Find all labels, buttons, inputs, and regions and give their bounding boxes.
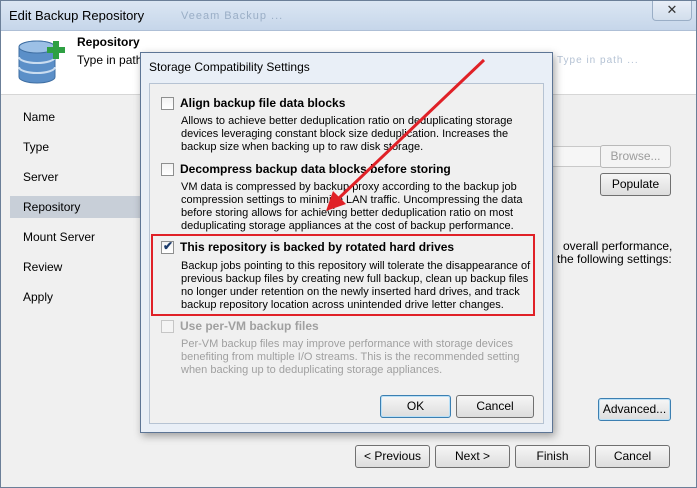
database-add-icon	[18, 40, 65, 84]
description-line: VM data is compressed by backup proxy ac…	[181, 181, 517, 193]
cancel-button[interactable]: Cancel	[595, 445, 670, 468]
description-line: previous backup files by creating new fu…	[181, 273, 529, 285]
description-line: backup repository location across uninte…	[181, 299, 504, 311]
align-blocks-description: Allows to achieve better deduplication r…	[181, 115, 531, 154]
description-line: benefiting from multiple I/O streams. Th…	[181, 351, 520, 363]
description-line: when backing up to deduplicating storage…	[181, 364, 443, 376]
description-line: devices leveraging constant block size d…	[181, 128, 509, 140]
page-description-background-text: Type in path ...	[557, 55, 639, 66]
align-blocks-checkbox[interactable]	[161, 97, 174, 110]
decompress-title[interactable]: Decompress backup data blocks before sto…	[180, 162, 451, 176]
rotated-drives-title[interactable]: This repository is backed by rotated har…	[180, 240, 454, 254]
finish-button[interactable]: Finish	[515, 445, 590, 468]
description-line: Allows to achieve better deduplication r…	[181, 115, 513, 127]
ok-button[interactable]: OK	[380, 395, 451, 418]
page-title: Repository	[77, 35, 140, 49]
nav-item-repository[interactable]: Repository	[10, 196, 143, 218]
nav-item-type[interactable]: Type	[10, 136, 143, 158]
populate-button[interactable]: Populate	[600, 173, 671, 196]
window-title: Edit Backup Repository	[9, 8, 145, 23]
description-line: no longer under retention on the newly i…	[181, 286, 520, 298]
advanced-button[interactable]: Advanced...	[598, 398, 671, 421]
per-vm-backup-checkbox[interactable]	[161, 320, 174, 333]
nav-item-server[interactable]: Server	[10, 166, 143, 188]
dialog-title: Storage Compatibility Settings	[149, 60, 310, 74]
description-line: compression settings to minimize LAN tra…	[181, 194, 523, 206]
checkmark-icon: ✔	[163, 239, 174, 253]
storage-compatibility-dialog: Storage Compatibility Settings Align bac…	[140, 52, 553, 433]
title-bar: Edit Backup Repository Veeam Backup ... …	[1, 1, 696, 31]
nav-item-mount-server[interactable]: Mount Server	[10, 226, 143, 248]
settings-text: the following settings:	[557, 252, 672, 266]
description-line: backup size when backing up to raw disk …	[181, 141, 424, 153]
nav-item-name[interactable]: Name	[10, 106, 143, 128]
per-vm-backup-description: Per-VM backup files may improve performa…	[181, 338, 531, 377]
browse-button[interactable]: Browse...	[600, 145, 671, 168]
window-title-background-text: Veeam Backup ...	[181, 10, 284, 22]
decompress-description: VM data is compressed by backup proxy ac…	[181, 181, 531, 233]
dialog-cancel-button[interactable]: Cancel	[456, 395, 534, 418]
rotated-drives-checkbox[interactable]: ✔	[161, 239, 174, 254]
nav-item-review[interactable]: Review	[10, 256, 143, 278]
next-button[interactable]: Next >	[435, 445, 510, 468]
path-input[interactable]	[551, 146, 601, 167]
per-vm-backup-title[interactable]: Use per-VM backup files	[180, 319, 319, 333]
page-description: Type in path t	[77, 53, 150, 67]
align-blocks-title[interactable]: Align backup file data blocks	[180, 96, 345, 110]
decompress-checkbox[interactable]	[161, 163, 174, 176]
previous-button[interactable]: < Previous	[355, 445, 430, 468]
dialog-content: Align backup file data blocks Allows to …	[149, 83, 544, 424]
description-line: before storing allows for achieving bett…	[181, 207, 514, 219]
close-icon[interactable]: ✕	[652, 1, 692, 21]
description-line: Backup jobs pointing to this repository …	[181, 260, 531, 272]
rotated-drives-description: Backup jobs pointing to this repository …	[181, 260, 531, 312]
nav-item-apply[interactable]: Apply	[10, 286, 143, 308]
performance-text: overall performance,	[563, 239, 673, 253]
description-line: deduplicating storage appliances at the …	[181, 220, 514, 232]
wizard-steps-nav: Name Type Server Repository Mount Server…	[1, 96, 143, 436]
description-line: Per-VM backup files may improve performa…	[181, 338, 513, 350]
